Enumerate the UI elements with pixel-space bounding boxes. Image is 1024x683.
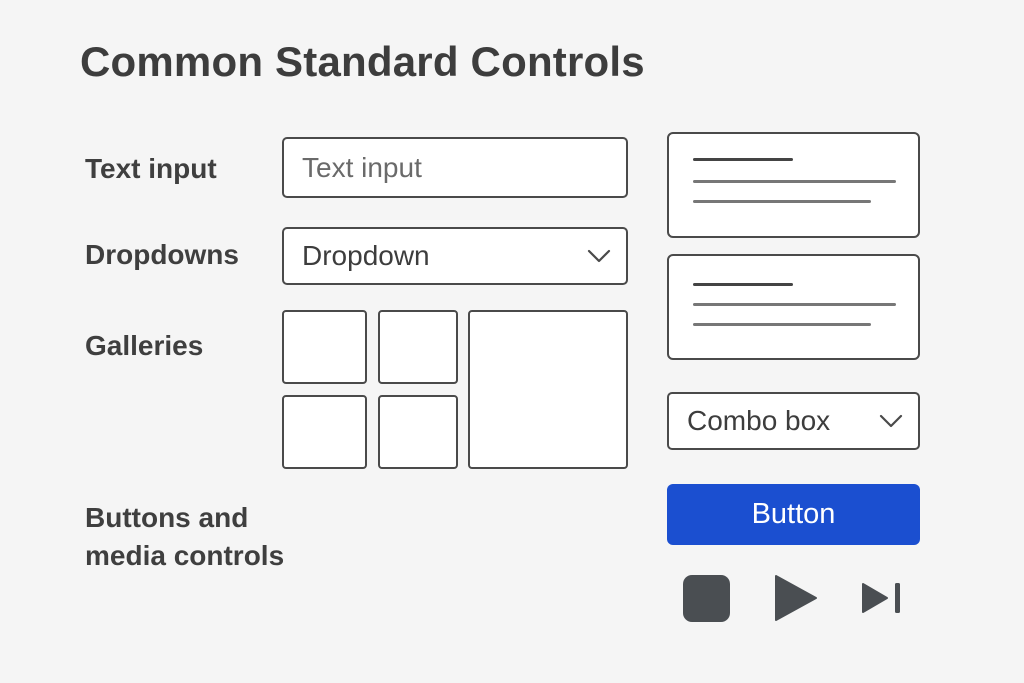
chevron-down-icon	[879, 414, 903, 428]
skip-next-icon[interactable]	[861, 582, 903, 614]
buttons-label-line2: media controls	[85, 540, 285, 571]
gallery-tile-large[interactable]	[468, 310, 628, 469]
card-text-line	[693, 303, 896, 306]
combo-box-value: Combo box	[687, 405, 831, 436]
primary-button-label: Button	[751, 498, 836, 530]
text-input-field[interactable]: Text input	[282, 137, 628, 198]
card-text-line	[693, 200, 871, 203]
gallery-tile[interactable]	[282, 310, 367, 384]
play-icon[interactable]	[774, 574, 818, 622]
page-title: Common Standard Controls	[80, 38, 645, 85]
stop-icon[interactable]	[682, 574, 731, 623]
card-text-line	[693, 180, 896, 183]
gallery-tile[interactable]	[282, 395, 367, 469]
text-input-placeholder: Text input	[302, 151, 422, 183]
list-card[interactable]	[667, 132, 920, 238]
card-text-line	[693, 323, 871, 326]
primary-button[interactable]: Button	[667, 484, 920, 545]
card-heading-line	[693, 158, 793, 161]
dropdown-select[interactable]: Dropdown	[282, 227, 628, 285]
combo-box[interactable]: Combo box	[667, 392, 920, 450]
buttons-label-line1: Buttons and	[85, 502, 249, 533]
gallery-tile[interactable]	[378, 310, 458, 384]
dropdowns-label: Dropdowns	[85, 239, 239, 270]
gallery-tile[interactable]	[378, 395, 458, 469]
galleries-label: Galleries	[85, 330, 204, 361]
dropdown-value: Dropdown	[302, 240, 430, 271]
card-heading-line	[693, 283, 793, 286]
list-card[interactable]	[667, 254, 920, 360]
text-input-label: Text input	[85, 153, 217, 184]
chevron-down-icon	[587, 249, 611, 263]
